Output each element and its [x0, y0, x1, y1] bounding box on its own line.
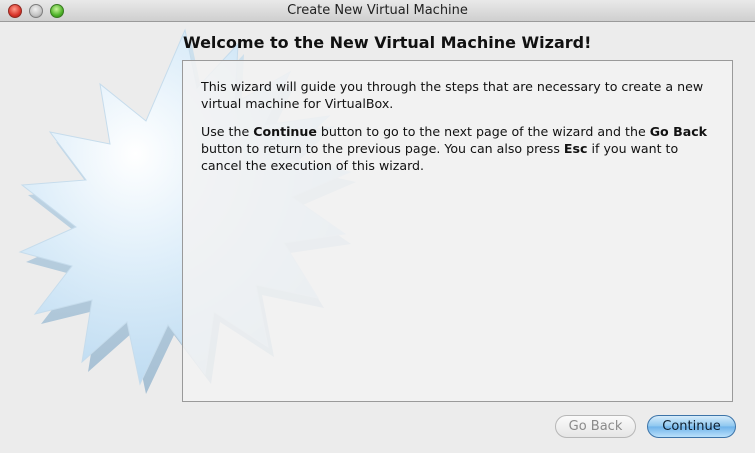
instructions-bold-go-back: Go Back — [649, 124, 708, 139]
instructions-text-2: button to go to the next page of the wiz… — [316, 124, 650, 139]
instructions-bold-esc: Esc — [563, 141, 588, 156]
window-title: Create New Virtual Machine — [287, 3, 468, 18]
instructions-paragraph: Use the Continue button to go to the nex… — [201, 123, 716, 174]
intro-paragraph: This wizard will guide you through the s… — [201, 79, 704, 111]
instructions-text-3: button to return to the previous page. Y… — [201, 141, 564, 156]
instructions-text-1: Use the — [201, 124, 254, 139]
wizard-description-panel: This wizard will guide you through the s… — [182, 60, 733, 402]
wizard-heading: Welcome to the New Virtual Machine Wizar… — [183, 33, 592, 52]
continue-button[interactable]: Continue — [647, 415, 736, 438]
go-back-button[interactable]: Go Back — [555, 415, 636, 438]
title-bar[interactable]: Create New Virtual Machine — [0, 0, 755, 22]
instructions-bold-continue: Continue — [253, 124, 317, 139]
wizard-window: Create New Virtual Machine Welcome to th… — [0, 0, 755, 453]
